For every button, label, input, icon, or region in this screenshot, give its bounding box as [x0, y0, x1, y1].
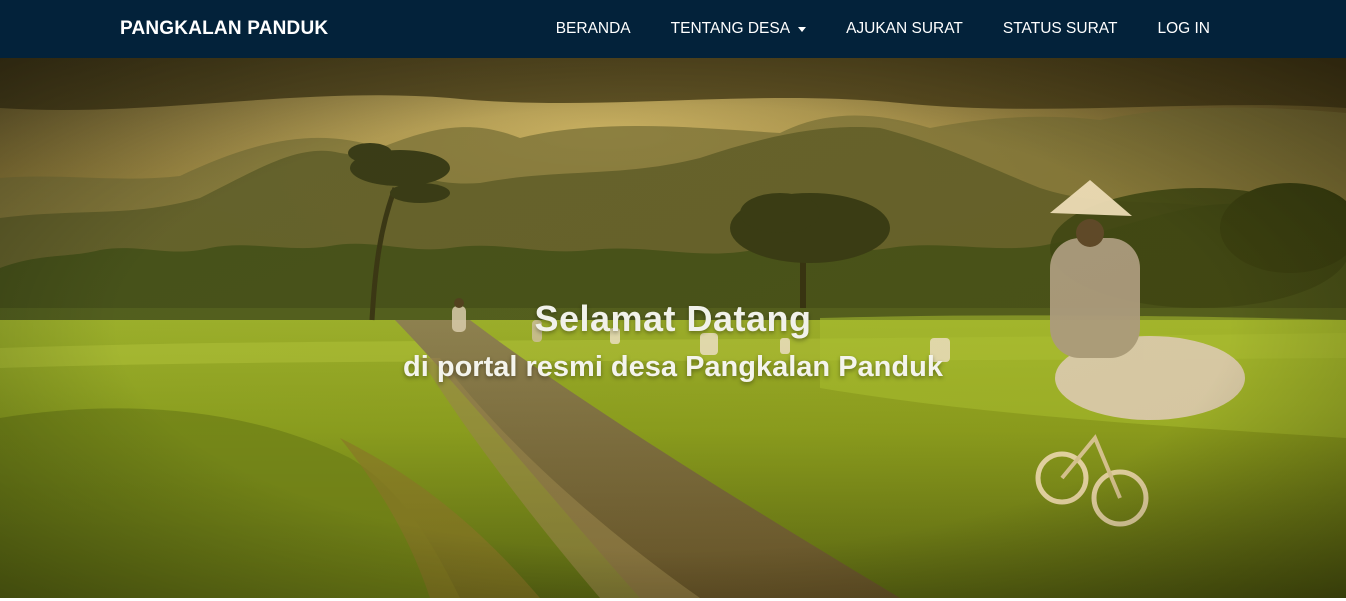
nav-link-label: LOG IN [1157, 20, 1210, 37]
nav-link-status-surat[interactable]: STATUS SURAT [1003, 20, 1118, 38]
nav-dropdown-tentang-desa[interactable]: TENTANG DESA [670, 20, 807, 38]
nav-link-label: TENTANG DESA [670, 20, 791, 37]
nav-link-ajukan-surat[interactable]: AJUKAN SURAT [846, 20, 963, 38]
nav-link-beranda[interactable]: BERANDA [556, 20, 631, 38]
top-navbar: PANGKALAN PANDUK BERANDA TENTANG DESA AJ… [0, 0, 1346, 58]
nav-link-label: BERANDA [555, 20, 631, 37]
caret-down-icon [798, 26, 807, 32]
hero-background-image [0, 58, 1346, 598]
brand-logo-link[interactable]: PANGKALAN PANDUK [120, 18, 328, 40]
hero-banner: Selamat Datang di portal resmi desa Pang… [0, 58, 1346, 598]
nav-link-log-in[interactable]: LOG IN [1157, 20, 1210, 38]
nav-menu: BERANDA TENTANG DESA AJUKAN SURAT STATUS… [556, 0, 1210, 58]
nav-link-label: AJUKAN SURAT [846, 20, 963, 37]
nav-link-label: STATUS SURAT [1002, 20, 1118, 37]
